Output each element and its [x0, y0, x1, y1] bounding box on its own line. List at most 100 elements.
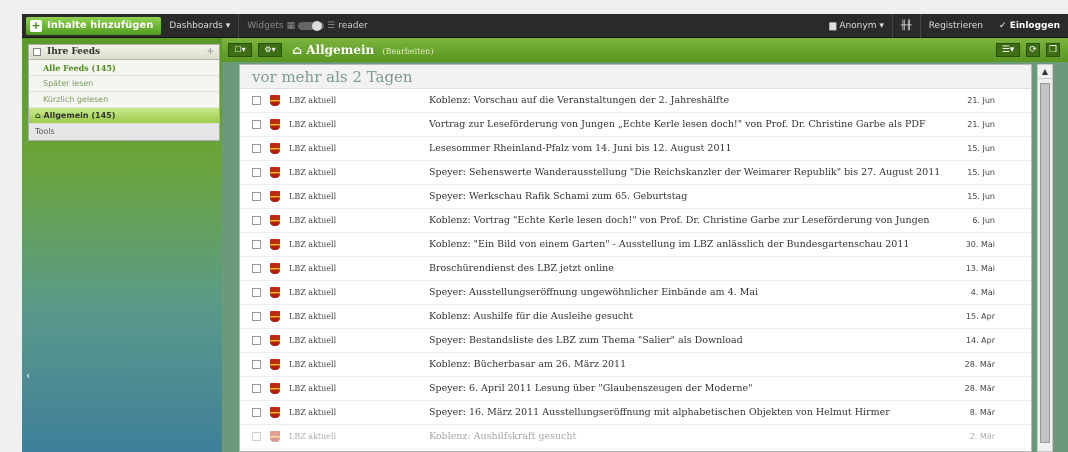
sidebar-item-recently-read[interactable]: Kürzlich gelesen	[29, 92, 219, 108]
list-item[interactable]: LBZ aktuell Koblenz: Aushilfe für die Aus…	[240, 305, 1031, 329]
item-source: LBZ aktuell	[289, 192, 337, 201]
item-title[interactable]: Speyer: 6. April 2011 Lesung über "Glaub…	[429, 383, 941, 394]
feed-favicon-icon	[270, 143, 280, 154]
item-checkbox[interactable]	[252, 120, 261, 129]
item-checkbox[interactable]	[252, 360, 261, 369]
item-title[interactable]: Koblenz: Bücherbasar am 26. März 2011	[429, 359, 941, 370]
item-checkbox[interactable]	[252, 240, 261, 249]
widgets-toggle[interactable]: Widgets ▦ ☰ reader	[239, 20, 376, 31]
feed-favicon-icon	[270, 167, 280, 178]
item-checkbox[interactable]	[252, 432, 261, 441]
add-content-label: Inhalte hinzufügen	[47, 20, 154, 31]
list-item[interactable]: LBZ aktuell Speyer: 16. März 2011 Ausstel…	[240, 401, 1031, 425]
list-item[interactable]: LBZ aktuell Broschürendienst des LBZ jetz…	[240, 257, 1031, 281]
select-all-button[interactable]: ☐▾	[228, 43, 252, 57]
list-icon: ☰	[327, 20, 336, 31]
item-checkbox[interactable]	[252, 264, 261, 273]
list-item[interactable]: LBZ aktuell Koblenz: Bücherbasar am 26. M…	[240, 353, 1031, 377]
list-item[interactable]: LBZ aktuell Koblenz: Aushilfskraft gesuch…	[240, 425, 1031, 449]
item-source: LBZ aktuell	[289, 360, 337, 369]
dashboards-menu[interactable]: Dashboards ▾	[161, 21, 238, 31]
item-checkbox[interactable]	[252, 384, 261, 393]
login-button[interactable]: ✓ Einloggen	[991, 21, 1068, 31]
anonymous-menu[interactable]: ▆ Anonym ▾	[821, 21, 891, 31]
item-source: LBZ aktuell	[289, 120, 337, 129]
item-date: 15. Jun	[967, 168, 995, 177]
add-content-button[interactable]: + Inhalte hinzufügen	[26, 16, 162, 35]
list-item[interactable]: LBZ aktuell Speyer: Sehenswerte Wanderaus…	[240, 161, 1031, 185]
item-title[interactable]: Koblenz: "Ein Bild von einem Garten" - A…	[429, 239, 941, 250]
item-date: 28. Mär	[964, 384, 995, 393]
list-item[interactable]: LBZ aktuell Speyer: Werkschau Rafik Scham…	[240, 185, 1031, 209]
list-item[interactable]: LBZ aktuell Speyer: 6. April 2011 Lesung …	[240, 377, 1031, 401]
item-date: 4. Mai	[970, 288, 995, 297]
scroll-thumb[interactable]	[1040, 83, 1050, 443]
item-title[interactable]: Speyer: Ausstellungseröffnung ungewöhnli…	[429, 287, 941, 298]
item-title[interactable]: Vortrag zur Leseförderung von Jungen „Ec…	[429, 119, 941, 130]
folder-header: ☐▾ ⚙▾ ⌂ Allgemein (Bearbeiten) ☰▾ ⟳ ❐	[222, 38, 1068, 62]
feed-favicon-icon	[270, 215, 280, 226]
list-item[interactable]: LBZ aktuell Speyer: Ausstellungseröffnung…	[240, 281, 1031, 305]
refresh-icon[interactable]: ⟳	[1026, 43, 1040, 57]
list-item[interactable]: LBZ aktuell Koblenz: "Ein Bild von einem …	[240, 233, 1031, 257]
feed-favicon-icon	[270, 383, 280, 394]
list-item[interactable]: LBZ aktuell Lesesommer Rheinland-Pfalz vo…	[240, 137, 1031, 161]
item-date: 8. Mär	[969, 408, 995, 417]
list-item[interactable]: LBZ aktuell Koblenz: Vortrag "Echte Kerle…	[240, 209, 1031, 233]
list-item[interactable]: LBZ aktuell Speyer: Bestandsliste des LBZ…	[240, 329, 1031, 353]
item-source: LBZ aktuell	[289, 432, 337, 441]
view-toggle-switch[interactable]	[298, 20, 325, 31]
item-checkbox[interactable]	[252, 96, 261, 105]
sidebar-item-allgemein[interactable]: ⌂ Allgemein (145)	[29, 108, 219, 124]
collapse-sidebar-icon[interactable]: ‹	[26, 369, 30, 382]
feed-favicon-icon	[270, 287, 280, 298]
item-source: LBZ aktuell	[289, 216, 337, 225]
item-checkbox[interactable]	[252, 144, 261, 153]
sidebar-item-tools[interactable]: Tools	[29, 124, 219, 140]
feeds-panel-header[interactable]: Ihre Feeds +	[29, 45, 219, 60]
item-title[interactable]: Koblenz: Aushilfe für die Ausleihe gesuc…	[429, 311, 941, 322]
home-folder-icon: ⌂	[35, 111, 41, 120]
item-title[interactable]: Speyer: Sehenswerte Wanderausstellung "D…	[429, 167, 941, 178]
item-checkbox[interactable]	[252, 312, 261, 321]
item-title[interactable]: Koblenz: Vortrag "Echte Kerle lesen doch…	[429, 215, 941, 226]
list-item[interactable]: LBZ aktuell Koblenz: Vorschau auf die Ver…	[240, 89, 1031, 113]
item-checkbox[interactable]	[252, 336, 261, 345]
item-title[interactable]: Koblenz: Vorschau auf die Veranstaltunge…	[429, 95, 941, 106]
sliders-icon: ╫╫	[900, 20, 912, 31]
item-date: 15. Apr	[965, 312, 995, 321]
feeds-panel-title: Ihre Feeds	[47, 47, 101, 57]
item-title[interactable]: Broschürendienst des LBZ jetzt online	[429, 263, 941, 274]
settings-sliders-button[interactable]: ╫╫	[893, 21, 920, 31]
item-checkbox[interactable]	[252, 288, 261, 297]
item-date: 14. Apr	[965, 336, 995, 345]
edit-folder-link[interactable]: (Bearbeiten)	[382, 47, 433, 56]
item-checkbox[interactable]	[252, 168, 261, 177]
scroll-up-icon[interactable]: ▲	[1038, 65, 1052, 79]
view-mode-icon[interactable]: ☰▾	[996, 43, 1020, 57]
add-feed-icon[interactable]: +	[206, 47, 214, 57]
item-rows: LBZ aktuell Koblenz: Vorschau auf die Ver…	[240, 89, 1031, 449]
item-title[interactable]: Speyer: Werkschau Rafik Schami zum 65. G…	[429, 191, 941, 202]
popout-icon[interactable]: ❐	[1046, 43, 1060, 57]
list-item[interactable]: LBZ aktuell Vortrag zur Leseförderung von…	[240, 113, 1031, 137]
item-checkbox[interactable]	[252, 192, 261, 201]
sidebar-item-all-feeds[interactable]: Alle Feeds (145)	[29, 60, 219, 76]
sidebar-item-allgemein-label: Allgemein (145)	[43, 111, 116, 120]
scrollbar[interactable]: ▲	[1037, 64, 1053, 452]
item-title[interactable]: Lesesommer Rheinland-Pfalz vom 14. Juni …	[429, 143, 941, 154]
collapse-icon[interactable]	[33, 48, 41, 56]
item-checkbox[interactable]	[252, 408, 261, 417]
item-title[interactable]: Speyer: 16. März 2011 Ausstellungseröffn…	[429, 407, 941, 418]
item-checkbox[interactable]	[252, 216, 261, 225]
item-source: LBZ aktuell	[289, 408, 337, 417]
register-link[interactable]: Registrieren	[921, 21, 991, 31]
item-date: 13. Mai	[965, 264, 995, 273]
sidebar-item-read-later[interactable]: Später lesen	[29, 76, 219, 92]
folder-title: ⌂ Allgemein (Bearbeiten)	[292, 43, 433, 57]
folder-settings-button[interactable]: ⚙▾	[258, 43, 282, 57]
item-title[interactable]: Koblenz: Aushilfskraft gesucht	[429, 431, 941, 442]
home-icon: ⌂	[292, 43, 307, 57]
item-source: LBZ aktuell	[289, 312, 337, 321]
item-title[interactable]: Speyer: Bestandsliste des LBZ zum Thema …	[429, 335, 941, 346]
